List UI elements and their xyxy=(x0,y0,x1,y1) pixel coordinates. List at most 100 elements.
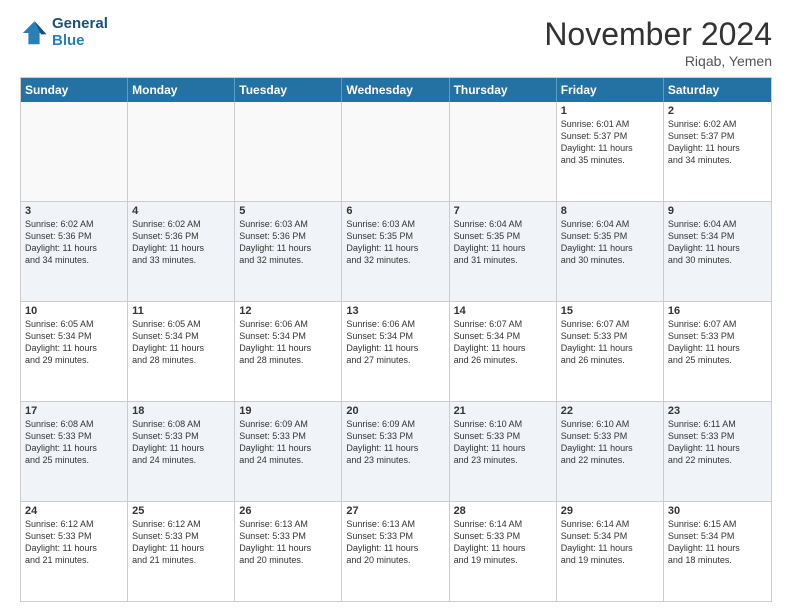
header-saturday: Saturday xyxy=(664,78,771,102)
header-monday: Monday xyxy=(128,78,235,102)
day-info: Sunrise: 6:08 AMSunset: 5:33 PMDaylight:… xyxy=(132,418,230,467)
day-number: 3 xyxy=(25,205,123,217)
day-number: 23 xyxy=(668,405,767,417)
calendar-cell-r2-c2: 12Sunrise: 6:06 AMSunset: 5:34 PMDayligh… xyxy=(235,302,342,401)
day-info: Sunrise: 6:10 AMSunset: 5:33 PMDaylight:… xyxy=(454,418,552,467)
day-number: 13 xyxy=(346,305,444,317)
calendar-row-3: 17Sunrise: 6:08 AMSunset: 5:33 PMDayligh… xyxy=(21,402,771,502)
calendar-cell-r0-c2 xyxy=(235,102,342,201)
calendar: Sunday Monday Tuesday Wednesday Thursday… xyxy=(20,77,772,602)
location: Riqab, Yemen xyxy=(544,53,772,69)
day-info: Sunrise: 6:05 AMSunset: 5:34 PMDaylight:… xyxy=(25,318,123,367)
day-info: Sunrise: 6:07 AMSunset: 5:33 PMDaylight:… xyxy=(668,318,767,367)
day-info: Sunrise: 6:08 AMSunset: 5:33 PMDaylight:… xyxy=(25,418,123,467)
day-number: 1 xyxy=(561,105,659,117)
day-info: Sunrise: 6:06 AMSunset: 5:34 PMDaylight:… xyxy=(239,318,337,367)
calendar-cell-r4-c0: 24Sunrise: 6:12 AMSunset: 5:33 PMDayligh… xyxy=(21,502,128,601)
day-number: 14 xyxy=(454,305,552,317)
calendar-cell-r4-c2: 26Sunrise: 6:13 AMSunset: 5:33 PMDayligh… xyxy=(235,502,342,601)
day-number: 26 xyxy=(239,505,337,517)
logo: General Blue xyxy=(20,16,108,49)
day-info: Sunrise: 6:02 AMSunset: 5:36 PMDaylight:… xyxy=(25,218,123,267)
calendar-cell-r4-c4: 28Sunrise: 6:14 AMSunset: 5:33 PMDayligh… xyxy=(450,502,557,601)
day-info: Sunrise: 6:03 AMSunset: 5:35 PMDaylight:… xyxy=(346,218,444,267)
calendar-cell-r2-c1: 11Sunrise: 6:05 AMSunset: 5:34 PMDayligh… xyxy=(128,302,235,401)
calendar-cell-r3-c2: 19Sunrise: 6:09 AMSunset: 5:33 PMDayligh… xyxy=(235,402,342,501)
day-info: Sunrise: 6:01 AMSunset: 5:37 PMDaylight:… xyxy=(561,118,659,167)
day-info: Sunrise: 6:15 AMSunset: 5:34 PMDaylight:… xyxy=(668,518,767,567)
month-title: November 2024 xyxy=(544,16,772,53)
day-number: 12 xyxy=(239,305,337,317)
day-number: 6 xyxy=(346,205,444,217)
day-info: Sunrise: 6:06 AMSunset: 5:34 PMDaylight:… xyxy=(346,318,444,367)
calendar-cell-r1-c5: 8Sunrise: 6:04 AMSunset: 5:35 PMDaylight… xyxy=(557,202,664,301)
day-number: 2 xyxy=(668,105,767,117)
calendar-cell-r3-c6: 23Sunrise: 6:11 AMSunset: 5:33 PMDayligh… xyxy=(664,402,771,501)
calendar-cell-r0-c4 xyxy=(450,102,557,201)
header-friday: Friday xyxy=(557,78,664,102)
calendar-cell-r3-c5: 22Sunrise: 6:10 AMSunset: 5:33 PMDayligh… xyxy=(557,402,664,501)
calendar-cell-r1-c4: 7Sunrise: 6:04 AMSunset: 5:35 PMDaylight… xyxy=(450,202,557,301)
day-info: Sunrise: 6:07 AMSunset: 5:33 PMDaylight:… xyxy=(561,318,659,367)
day-number: 9 xyxy=(668,205,767,217)
day-number: 19 xyxy=(239,405,337,417)
day-info: Sunrise: 6:11 AMSunset: 5:33 PMDaylight:… xyxy=(668,418,767,467)
day-number: 20 xyxy=(346,405,444,417)
calendar-cell-r4-c3: 27Sunrise: 6:13 AMSunset: 5:33 PMDayligh… xyxy=(342,502,449,601)
day-number: 10 xyxy=(25,305,123,317)
day-number: 11 xyxy=(132,305,230,317)
calendar-cell-r1-c2: 5Sunrise: 6:03 AMSunset: 5:36 PMDaylight… xyxy=(235,202,342,301)
logo-general: General xyxy=(52,16,108,33)
calendar-cell-r2-c3: 13Sunrise: 6:06 AMSunset: 5:34 PMDayligh… xyxy=(342,302,449,401)
day-info: Sunrise: 6:14 AMSunset: 5:34 PMDaylight:… xyxy=(561,518,659,567)
page: General Blue November 2024 Riqab, Yemen … xyxy=(0,0,792,612)
day-number: 21 xyxy=(454,405,552,417)
day-info: Sunrise: 6:04 AMSunset: 5:34 PMDaylight:… xyxy=(668,218,767,267)
calendar-cell-r3-c1: 18Sunrise: 6:08 AMSunset: 5:33 PMDayligh… xyxy=(128,402,235,501)
header-tuesday: Tuesday xyxy=(235,78,342,102)
calendar-cell-r1-c6: 9Sunrise: 6:04 AMSunset: 5:34 PMDaylight… xyxy=(664,202,771,301)
header-sunday: Sunday xyxy=(21,78,128,102)
title-area: November 2024 Riqab, Yemen xyxy=(544,16,772,69)
day-info: Sunrise: 6:13 AMSunset: 5:33 PMDaylight:… xyxy=(346,518,444,567)
calendar-row-1: 3Sunrise: 6:02 AMSunset: 5:36 PMDaylight… xyxy=(21,202,771,302)
calendar-cell-r0-c6: 2Sunrise: 6:02 AMSunset: 5:37 PMDaylight… xyxy=(664,102,771,201)
calendar-cell-r2-c0: 10Sunrise: 6:05 AMSunset: 5:34 PMDayligh… xyxy=(21,302,128,401)
day-info: Sunrise: 6:14 AMSunset: 5:33 PMDaylight:… xyxy=(454,518,552,567)
header-wednesday: Wednesday xyxy=(342,78,449,102)
calendar-cell-r3-c3: 20Sunrise: 6:09 AMSunset: 5:33 PMDayligh… xyxy=(342,402,449,501)
calendar-cell-r0-c1 xyxy=(128,102,235,201)
day-info: Sunrise: 6:02 AMSunset: 5:36 PMDaylight:… xyxy=(132,218,230,267)
calendar-cell-r0-c3 xyxy=(342,102,449,201)
header-thursday: Thursday xyxy=(450,78,557,102)
day-number: 16 xyxy=(668,305,767,317)
day-info: Sunrise: 6:09 AMSunset: 5:33 PMDaylight:… xyxy=(239,418,337,467)
calendar-cell-r0-c5: 1Sunrise: 6:01 AMSunset: 5:37 PMDaylight… xyxy=(557,102,664,201)
day-info: Sunrise: 6:12 AMSunset: 5:33 PMDaylight:… xyxy=(25,518,123,567)
calendar-cell-r0-c0 xyxy=(21,102,128,201)
day-number: 28 xyxy=(454,505,552,517)
logo-icon xyxy=(20,19,48,47)
day-info: Sunrise: 6:03 AMSunset: 5:36 PMDaylight:… xyxy=(239,218,337,267)
day-number: 27 xyxy=(346,505,444,517)
day-info: Sunrise: 6:13 AMSunset: 5:33 PMDaylight:… xyxy=(239,518,337,567)
calendar-row-0: 1Sunrise: 6:01 AMSunset: 5:37 PMDaylight… xyxy=(21,102,771,202)
calendar-cell-r2-c6: 16Sunrise: 6:07 AMSunset: 5:33 PMDayligh… xyxy=(664,302,771,401)
calendar-cell-r3-c4: 21Sunrise: 6:10 AMSunset: 5:33 PMDayligh… xyxy=(450,402,557,501)
calendar-body: 1Sunrise: 6:01 AMSunset: 5:37 PMDaylight… xyxy=(21,102,771,601)
day-info: Sunrise: 6:02 AMSunset: 5:37 PMDaylight:… xyxy=(668,118,767,167)
header: General Blue November 2024 Riqab, Yemen xyxy=(20,16,772,69)
calendar-cell-r2-c4: 14Sunrise: 6:07 AMSunset: 5:34 PMDayligh… xyxy=(450,302,557,401)
day-number: 5 xyxy=(239,205,337,217)
calendar-cell-r3-c0: 17Sunrise: 6:08 AMSunset: 5:33 PMDayligh… xyxy=(21,402,128,501)
calendar-cell-r1-c0: 3Sunrise: 6:02 AMSunset: 5:36 PMDaylight… xyxy=(21,202,128,301)
day-number: 15 xyxy=(561,305,659,317)
calendar-cell-r4-c6: 30Sunrise: 6:15 AMSunset: 5:34 PMDayligh… xyxy=(664,502,771,601)
calendar-row-2: 10Sunrise: 6:05 AMSunset: 5:34 PMDayligh… xyxy=(21,302,771,402)
day-info: Sunrise: 6:05 AMSunset: 5:34 PMDaylight:… xyxy=(132,318,230,367)
calendar-header: Sunday Monday Tuesday Wednesday Thursday… xyxy=(21,78,771,102)
day-info: Sunrise: 6:04 AMSunset: 5:35 PMDaylight:… xyxy=(454,218,552,267)
day-number: 25 xyxy=(132,505,230,517)
day-number: 7 xyxy=(454,205,552,217)
day-number: 8 xyxy=(561,205,659,217)
